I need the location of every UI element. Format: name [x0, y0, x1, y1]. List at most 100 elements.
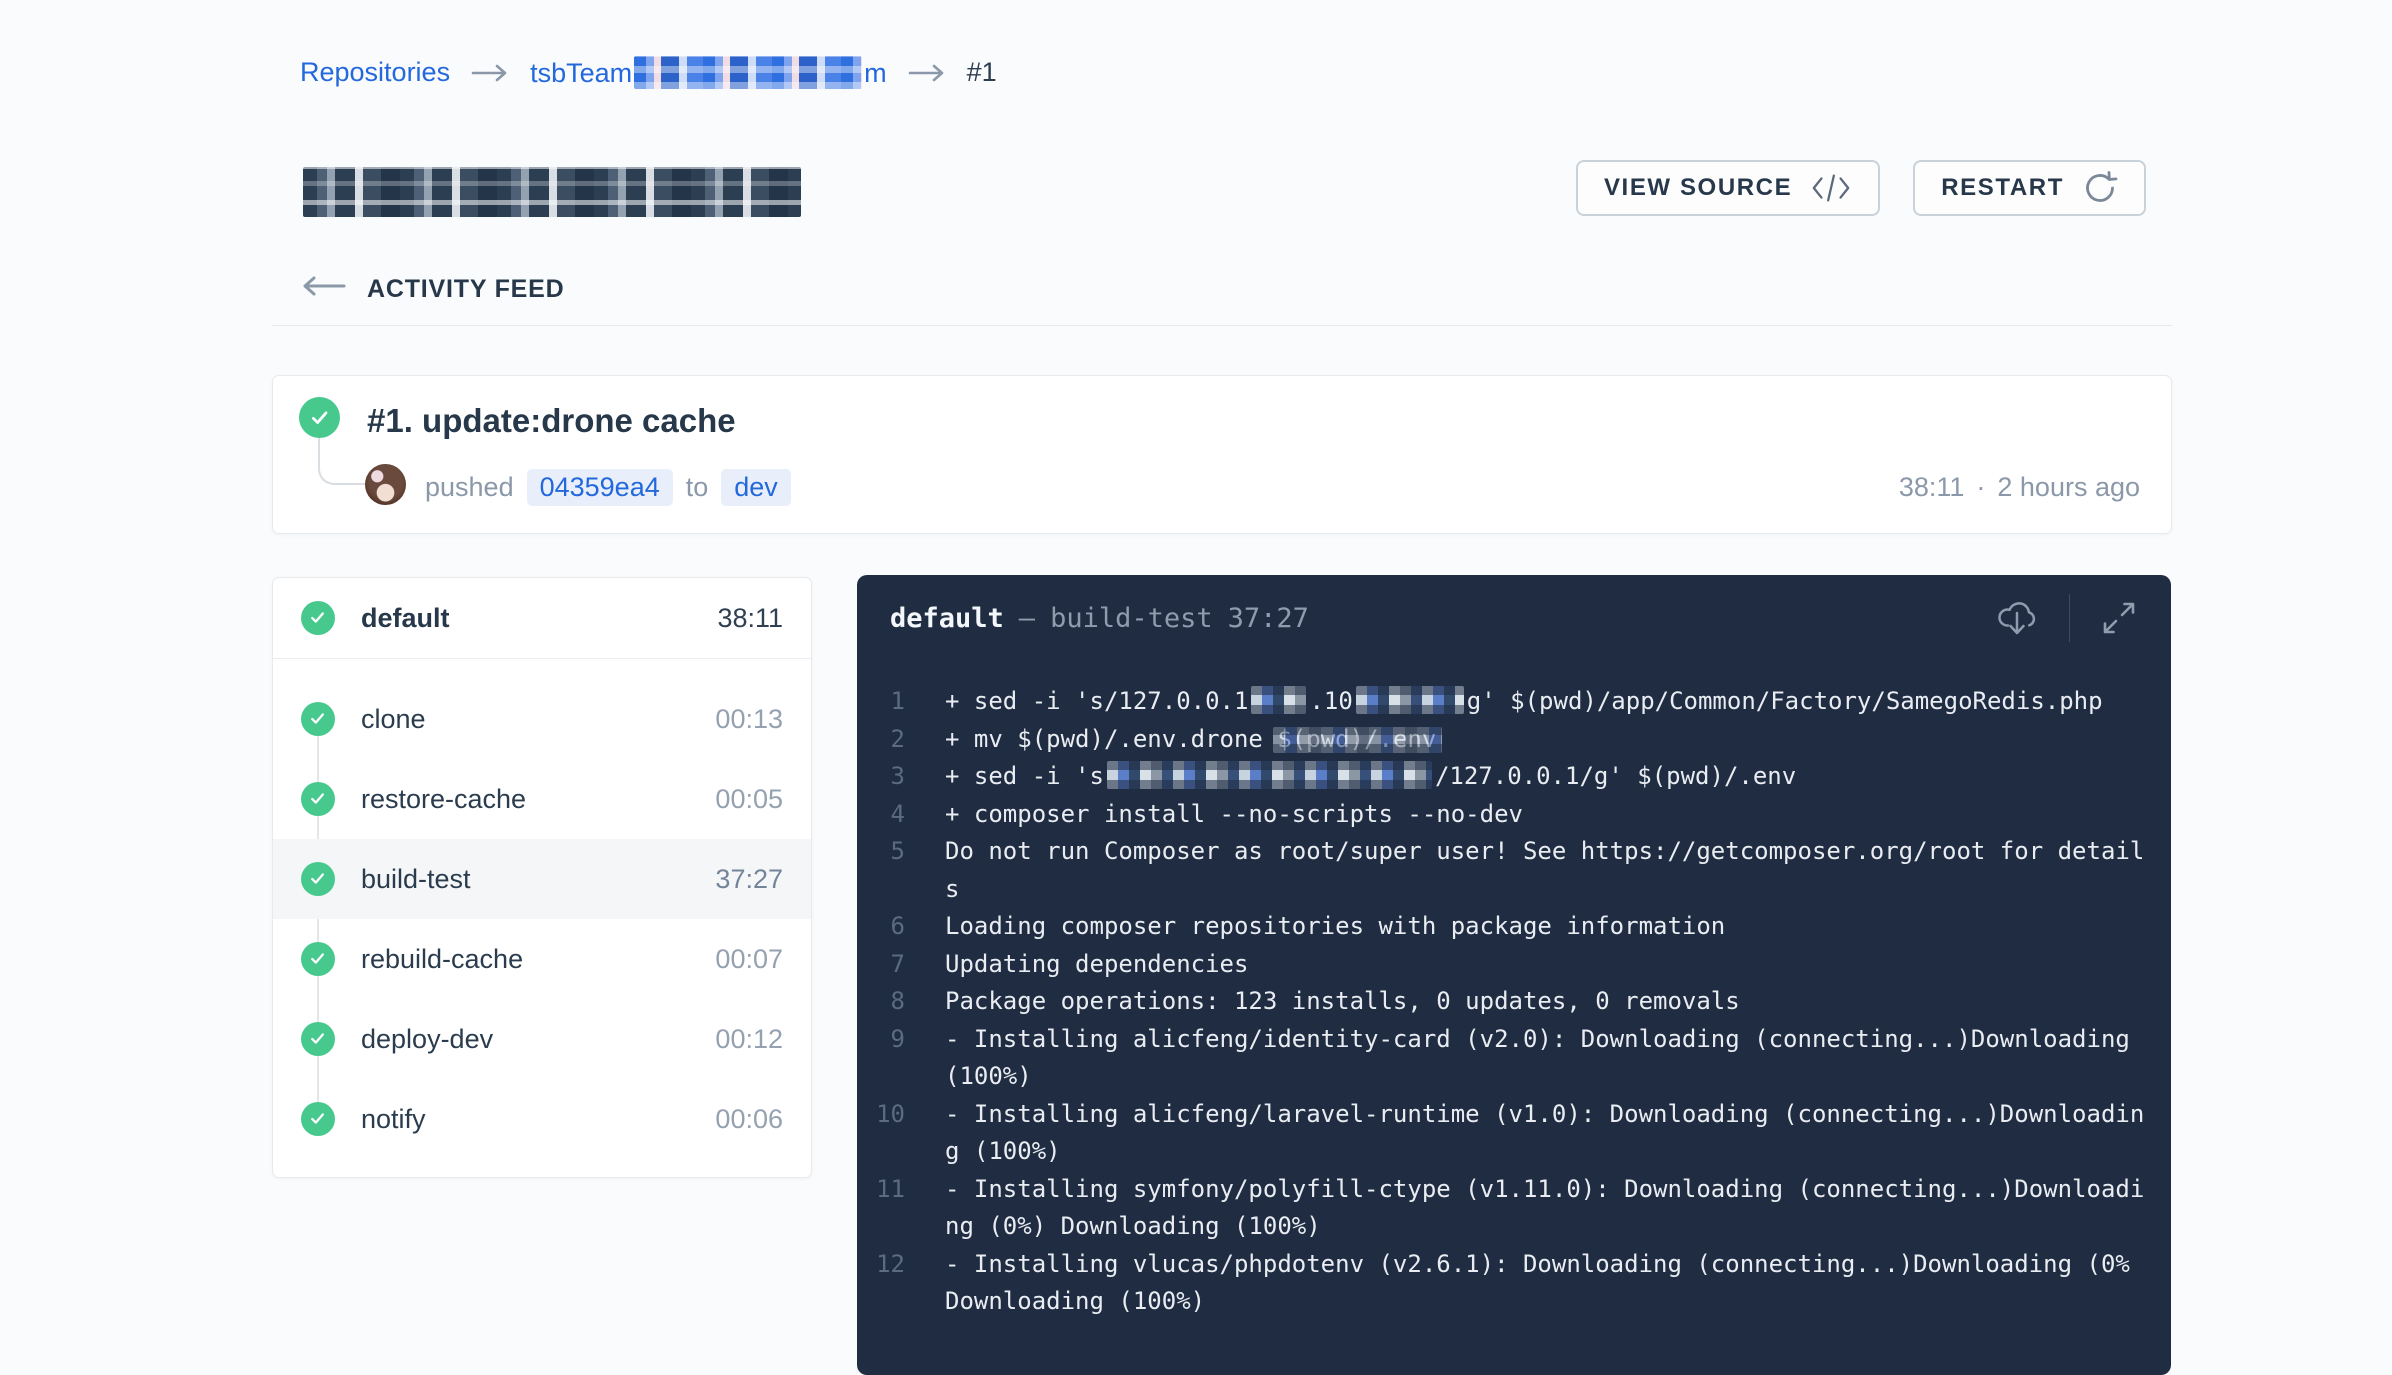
- to-label: to: [686, 472, 709, 503]
- check-circle-icon: [301, 702, 335, 736]
- branch-link[interactable]: dev: [721, 469, 791, 506]
- restart-button[interactable]: RESTART: [1913, 160, 2146, 216]
- log-line: 2 + mv $(pwd)/.env.drone $(pwd)/.env: [857, 721, 2150, 759]
- tools-divider: [2069, 594, 2070, 642]
- check-circle-icon: [299, 397, 340, 438]
- log-line-number: 10: [857, 1096, 905, 1134]
- log-line-text: - Installing alicfeng/laravel-runtime (v…: [945, 1096, 2150, 1171]
- meta-separator: ·: [1976, 472, 1985, 503]
- build-meta: 38:11 · 2 hours ago: [1899, 472, 2140, 503]
- arrow-left-icon: [301, 274, 347, 305]
- step-label: clone: [361, 704, 715, 735]
- build-title: #1. update:drone cache: [367, 402, 736, 440]
- step-label: build-test: [361, 864, 715, 895]
- breadcrumb-repositories-link[interactable]: Repositories: [300, 57, 450, 88]
- check-circle-icon: [301, 1102, 335, 1136]
- check-circle-icon: [301, 601, 335, 635]
- log-line: 1 + sed -i 's/127.0.0.1.10g' $(pwd)/app/C…: [857, 683, 2150, 721]
- page-title-redacted: [303, 167, 801, 217]
- check-circle-icon: [301, 862, 335, 896]
- view-source-button[interactable]: VIEW SOURCE: [1576, 160, 1880, 216]
- check-circle-icon: [301, 782, 335, 816]
- console-dash: —: [1019, 603, 1035, 634]
- build-time-ago: 2 hours ago: [1997, 472, 2140, 503]
- commit-sha-link[interactable]: 04359ea4: [527, 469, 673, 506]
- log-line-number: 4: [857, 796, 905, 834]
- check-circle-icon: [301, 1022, 335, 1056]
- restart-icon: [2082, 170, 2118, 206]
- log-line-text: - Installing symfony/polyfill-ctype (v1.…: [945, 1171, 2150, 1246]
- log-line: 3 + sed -i 's/127.0.0.1/g' $(pwd)/.env: [857, 758, 2150, 796]
- breadcrumb: Repositories tsbTeamm #1: [300, 56, 997, 89]
- log-line-text: + sed -i 's/127.0.0.1/g' $(pwd)/.env: [945, 758, 2150, 796]
- log-line-text: + sed -i 's/127.0.0.1.10g' $(pwd)/app/Co…: [945, 683, 2150, 721]
- log-line: 9 - Installing alicfeng/identity-card (v2…: [857, 1021, 2150, 1096]
- log-line-text: + composer install --no-scripts --no-dev: [945, 796, 2150, 834]
- log-line-number: 12: [857, 1246, 905, 1284]
- console-log[interactable]: 1 + sed -i 's/127.0.0.1.10g' $(pwd)/app/C…: [857, 661, 2171, 1321]
- stage-steps: clone00:13restore-cache00:05build-test37…: [273, 659, 811, 1178]
- log-line-text: Do not run Composer as root/super user! …: [945, 833, 2150, 908]
- code-icon: [1810, 172, 1852, 204]
- expand-icon[interactable]: [2100, 599, 2138, 637]
- log-line-text: Updating dependencies: [945, 946, 2150, 984]
- stage-list-card: default 38:11 clone00:13restore-cache00:…: [272, 577, 812, 1178]
- action-label: pushed: [425, 472, 514, 503]
- view-source-label: VIEW SOURCE: [1604, 174, 1792, 202]
- redacted-log-text: [1356, 686, 1464, 714]
- log-line-number: 5: [857, 833, 905, 871]
- step-time: 00:13: [715, 704, 783, 735]
- redacted-log-text: [1107, 761, 1432, 789]
- console-header: default — build-test 37:27: [857, 575, 2171, 661]
- stage-step-rebuild-cache[interactable]: rebuild-cache00:07: [273, 919, 811, 999]
- header-actions: VIEW SOURCE RESTART: [1576, 160, 2146, 216]
- step-time: 00:07: [715, 944, 783, 975]
- log-line-text: - Installing alicfeng/identity-card (v2.…: [945, 1021, 2150, 1096]
- log-line-number: 3: [857, 758, 905, 796]
- log-line-number: 8: [857, 983, 905, 1021]
- commit-summary: pushed 04359ea4 to dev: [425, 469, 791, 506]
- breadcrumb-build-number: #1: [967, 57, 997, 88]
- repo-name-prefix: tsbTeam: [530, 58, 632, 88]
- step-time: 37:27: [715, 864, 783, 895]
- log-line: 12 - Installing vlucas/phpdotenv (v2.6.1)…: [857, 1246, 2150, 1321]
- log-line-number: 1: [857, 683, 905, 721]
- log-line-text: - Installing vlucas/phpdotenv (v2.6.1): …: [945, 1246, 2150, 1321]
- log-line: 8 Package operations: 123 installs, 0 upd…: [857, 983, 2150, 1021]
- partially-redacted-log-text: $(pwd)/.env: [1277, 725, 1436, 753]
- log-line-text: Package operations: 123 installs, 0 upda…: [945, 983, 2150, 1021]
- step-time: 00:05: [715, 784, 783, 815]
- avatar: [365, 464, 406, 505]
- stage-time: 38:11: [717, 603, 783, 634]
- build-summary-card[interactable]: #1. update:drone cache pushed 04359ea4 t…: [272, 375, 2172, 534]
- log-line: 6 Loading composer repositories with pack…: [857, 908, 2150, 946]
- log-line-number: 2: [857, 721, 905, 759]
- arrow-right-icon: [907, 62, 947, 84]
- log-line-number: 11: [857, 1171, 905, 1209]
- stage-step-restore-cache[interactable]: restore-cache00:05: [273, 759, 811, 839]
- log-line-number: 9: [857, 1021, 905, 1059]
- cloud-download-icon[interactable]: [1995, 598, 2039, 638]
- log-line-number: 7: [857, 946, 905, 984]
- log-line: 4 + composer install --no-scripts --no-de…: [857, 796, 2150, 834]
- log-line-text: Loading composer repositories with packa…: [945, 908, 2150, 946]
- stage-step-clone[interactable]: clone00:13: [273, 679, 811, 759]
- log-line-text: + mv $(pwd)/.env.drone $(pwd)/.env: [945, 721, 2150, 759]
- step-time: 00:12: [715, 1024, 783, 1055]
- console-tools: [1995, 594, 2138, 642]
- step-time: 00:06: [715, 1104, 783, 1135]
- log-line-number: 6: [857, 908, 905, 946]
- activity-feed-link[interactable]: ACTIVITY FEED: [301, 274, 564, 305]
- stage-step-notify[interactable]: notify00:06: [273, 1079, 811, 1159]
- breadcrumb-repo-link[interactable]: tsbTeamm: [530, 56, 887, 89]
- stage-step-deploy-dev[interactable]: deploy-dev00:12: [273, 999, 811, 1079]
- step-label: deploy-dev: [361, 1024, 715, 1055]
- stage-step-build-test[interactable]: build-test37:27: [273, 839, 811, 919]
- redacted-log-text: [1251, 686, 1306, 714]
- build-duration: 38:11: [1899, 472, 1965, 503]
- arrow-right-icon: [470, 62, 510, 84]
- connector-line: [318, 438, 365, 485]
- stage-header-default[interactable]: default 38:11: [273, 578, 811, 659]
- console-panel: default — build-test 37:27 1 + sed -i 's/…: [857, 575, 2171, 1375]
- console-step-time: 37:27: [1228, 603, 1309, 634]
